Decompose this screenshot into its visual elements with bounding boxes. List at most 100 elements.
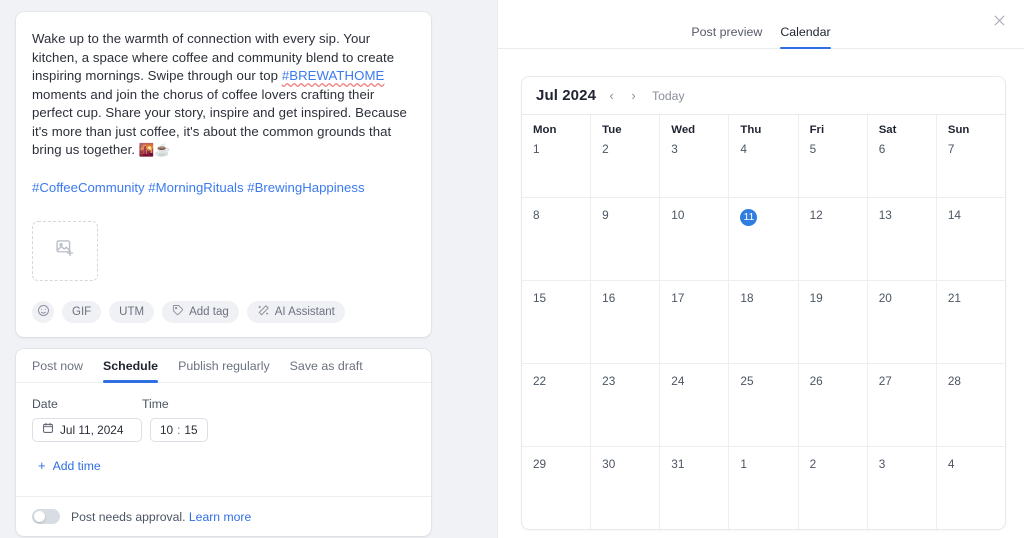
scheduler-dialog: Wake up to the warmth of connection with… [0, 0, 1024, 538]
preview-panel-header: Post preview Calendar [498, 0, 1024, 49]
weekday-label: Fri [809, 124, 825, 136]
chevron-left-icon[interactable]: ‹ [605, 89, 618, 102]
day-number: 3 [878, 457, 886, 471]
approval-row: Post needs approval. Learn more [16, 496, 431, 536]
calendar-day-cell[interactable]: 24 [660, 364, 730, 446]
today-button[interactable]: Today [652, 89, 685, 103]
calendar-day-cell[interactable]: 18 [729, 281, 799, 363]
preview-panel: Post preview Calendar Jul 2024 ‹ › Today [497, 0, 1024, 538]
inline-hashtag[interactable]: #BREWATHOME [282, 68, 385, 83]
calendar-day-cell[interactable]: 20 [868, 281, 937, 363]
tab-post-preview[interactable]: Post preview [691, 25, 762, 48]
calendar-day-cell[interactable]: 15 [522, 281, 592, 363]
calendar-day-cell[interactable]: 12 [799, 198, 868, 280]
calendar-day-cell[interactable]: 9 [591, 198, 661, 280]
schedule-inputs-row: Jul 11, 2024 10 : 15 [32, 417, 415, 442]
day-number: 12 [809, 208, 823, 222]
close-button[interactable] [988, 12, 1010, 34]
calendar-day-cell[interactable]: 13 [868, 198, 937, 280]
day-number: 10 [671, 208, 685, 222]
day-number: 23 [602, 374, 616, 388]
time-input[interactable]: 10 : 15 [150, 417, 208, 442]
tab-calendar[interactable]: Calendar [780, 25, 831, 49]
gif-button[interactable]: GIF [62, 300, 102, 323]
day-number-selected: 11 [740, 209, 758, 226]
day-number: 6 [878, 142, 886, 156]
calendar-day-cell[interactable]: 17 [660, 281, 730, 363]
date-input[interactable]: Jul 11, 2024 [32, 417, 142, 442]
schedule-fields: Date Time Jul 11, 2024 10: 15 + Add tim… [16, 383, 431, 476]
day-number: 2 [602, 142, 609, 156]
calendar-day-cell[interactable]: 25 [729, 364, 799, 446]
day-number: 18 [740, 291, 754, 305]
time-minute-value[interactable]: 15 [184, 423, 197, 437]
calendar-day-cell[interactable]: 26 [799, 364, 868, 446]
day-number: 21 [947, 291, 961, 305]
approval-toggle-knob [34, 511, 45, 522]
calendar-day-cell[interactable]: Thu 4 [729, 115, 799, 197]
media-upload-dropzone[interactable] [32, 220, 98, 281]
calendar-grid: Mon 1 Tue 2 Wed 3 Thu 4 Fri 5 Sat 6 Sun … [522, 115, 1005, 529]
day-number: 17 [671, 291, 685, 305]
tab-post-now[interactable]: Post now [32, 359, 83, 382]
day-number: 30 [602, 457, 616, 471]
calendar-day-cell[interactable]: 21 [937, 281, 1005, 363]
calendar-day-cell[interactable]: 3 [868, 447, 937, 529]
calendar-day-cell[interactable]: 14 [937, 198, 1005, 280]
add-tag-button[interactable]: Add tag [162, 300, 239, 323]
calendar-day-cell[interactable]: 22 [522, 364, 592, 446]
chevron-right-icon[interactable]: › [627, 89, 640, 102]
add-time-button[interactable]: + Add time [32, 459, 101, 473]
schedule-tabs: Post now Schedule Publish regularly Save… [16, 349, 431, 383]
day-number: 22 [533, 374, 547, 388]
calendar-day-cell[interactable]: 2 [799, 447, 868, 529]
learn-more-link[interactable]: Learn more [189, 510, 251, 524]
calendar-day-cell[interactable]: Tue 2 [591, 115, 661, 197]
approval-toggle[interactable] [32, 509, 60, 524]
ai-assistant-label: AI Assistant [274, 305, 335, 318]
weekday-label: Wed [671, 124, 696, 136]
approval-text: Post needs approval. Learn more [71, 510, 251, 524]
tab-publish-regularly[interactable]: Publish regularly [178, 359, 270, 382]
schedule-card: Post now Schedule Publish regularly Save… [16, 348, 431, 536]
post-text[interactable]: Wake up to the warmth of connection with… [32, 30, 415, 160]
calendar-day-cell[interactable]: Sun 7 [937, 115, 1005, 197]
calendar-day-cell[interactable]: Wed 3 [660, 115, 730, 197]
calendar-day-cell[interactable]: 19 [799, 281, 868, 363]
day-number: 28 [947, 374, 961, 388]
calendar-week-row: 8 9 10 11 12 13 14 [522, 198, 1005, 281]
tab-schedule[interactable]: Schedule [102, 359, 159, 383]
calendar-day-cell[interactable]: 1 [729, 447, 799, 529]
gif-button-label: GIF [72, 305, 92, 318]
calendar-day-cell[interactable]: 8 [522, 198, 592, 280]
calendar-day-cell[interactable]: 23 [591, 364, 661, 446]
day-number: 1 [533, 142, 540, 156]
calendar-day-cell[interactable]: Mon 1 [522, 115, 592, 197]
calendar-widget: Jul 2024 ‹ › Today Mon 1 Tue 2 Wed 3 Thu… [521, 76, 1006, 530]
time-hour-value[interactable]: 10 [160, 423, 173, 437]
post-hashtags[interactable]: #CoffeeCommunity #MorningRituals #Brewin… [32, 179, 415, 197]
image-add-icon [55, 238, 75, 263]
tab-save-as-draft[interactable]: Save as draft [290, 359, 363, 382]
calendar-day-cell[interactable]: Fri 5 [799, 115, 868, 197]
post-emoji: 🌇☕ [138, 143, 171, 157]
calendar-day-cell[interactable]: 31 [660, 447, 730, 529]
day-number: 16 [602, 291, 616, 305]
calendar-day-cell[interactable]: 16 [591, 281, 661, 363]
calendar-day-cell[interactable]: 30 [591, 447, 661, 529]
ai-assistant-button[interactable]: AI Assistant [246, 300, 345, 323]
day-number: 3 [671, 142, 678, 156]
emoji-button[interactable] [32, 300, 54, 323]
calendar-day-cell[interactable]: 29 [522, 447, 592, 529]
calendar-day-cell[interactable]: 10 [660, 198, 730, 280]
utm-button[interactable]: UTM [109, 300, 155, 323]
calendar-day-cell[interactable]: 28 [937, 364, 1005, 446]
calendar-day-cell[interactable]: Sat 6 [868, 115, 937, 197]
calendar-icon [42, 422, 54, 437]
time-separator: : [177, 422, 181, 437]
calendar-day-cell[interactable]: 27 [868, 364, 937, 446]
date-label: Date [32, 396, 58, 411]
calendar-day-cell-selected[interactable]: 11 [729, 198, 799, 280]
day-number: 29 [533, 457, 547, 471]
calendar-day-cell[interactable]: 4 [937, 447, 1005, 529]
